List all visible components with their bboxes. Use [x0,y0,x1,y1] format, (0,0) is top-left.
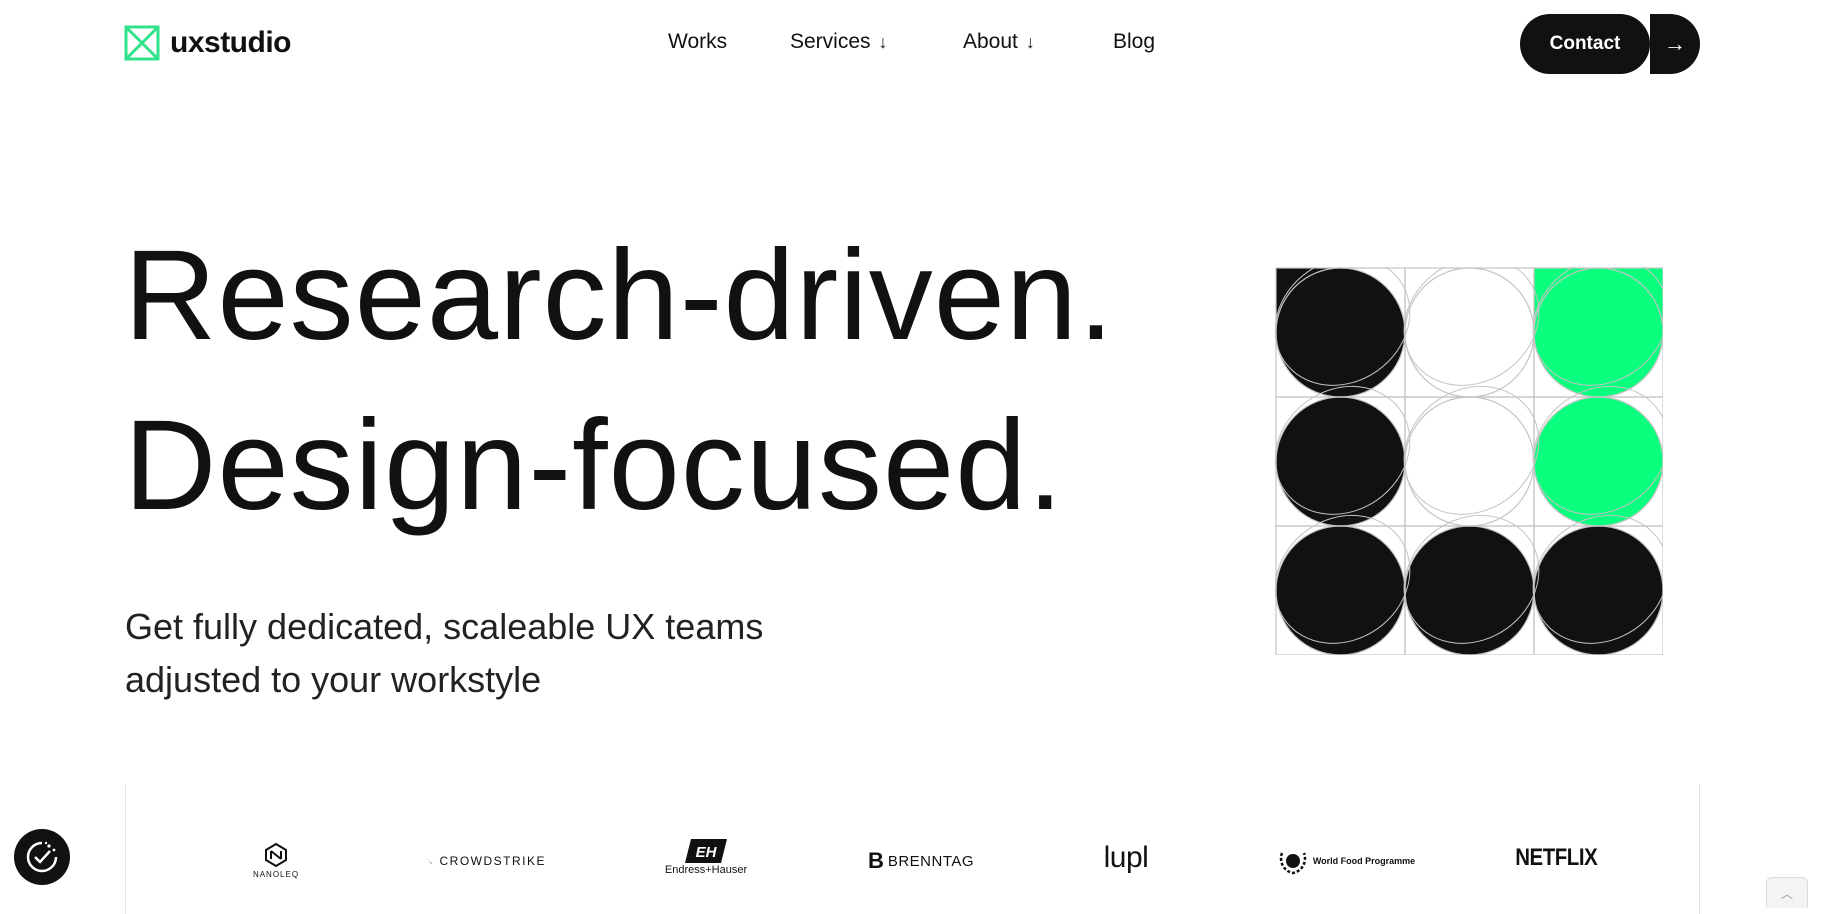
contact-button[interactable]: Contact [1520,14,1650,74]
nav-services[interactable]: Services ↓ [790,30,888,54]
cookie-check-icon [26,841,58,873]
nav-services-label: Services [790,30,871,53]
contact-label: Contact [1549,33,1621,54]
hero-circle-grid-graphic [1275,267,1663,655]
uxstudio-logo-icon [124,25,160,61]
nanoleq-logo-icon [265,842,287,867]
nav-blog-label: Blog [1113,30,1156,53]
nav-works-label: Works [668,30,728,53]
svg-text:EH: EH [696,844,718,861]
client-logo-netflix: NETFLIX [1506,840,1606,876]
contact-arrow-button[interactable]: → [1650,14,1700,74]
hero-subtitle-line-1: Get fully dedicated, scaleable UX teams [125,606,764,647]
grid-circle-green [1534,268,1663,397]
client-logo-crowdstrike: CROWDSTRIKE [426,846,546,876]
grid-circle-black [1276,268,1405,397]
site-logo[interactable]: uxstudio [124,25,292,61]
grid-circle-white [1405,397,1534,526]
hero-subtitle: Get fully dedicated, scaleable UX teams … [125,600,845,706]
crowdstrike-label: CROWDSTRIKE [439,854,546,868]
client-logo-brenntag: B BRENNTAG [861,846,981,876]
endress-hauser-logo-icon: EH [685,838,727,863]
nav-about[interactable]: About ↓ [963,30,1035,54]
grid-circle-black [1405,526,1534,655]
nav-works[interactable]: Works [668,30,727,54]
nav-blog[interactable]: Blog [1113,30,1155,54]
chevron-up-icon: ︿ [1780,886,1793,901]
endress-hauser-label: Endress+Hauser [664,863,748,876]
cookie-consent-button[interactable] [14,829,70,885]
wfp-label: World Food Programme [1312,856,1416,866]
grid-circle-white [1405,268,1534,397]
nanoleq-label: NANOLEQ [252,869,300,879]
brenntag-label: BRENNTAG [887,852,975,870]
client-logo-wfp: World Food Programme [1276,844,1416,878]
client-logo-lupl: lupl [1086,840,1166,876]
brenntag-logo-icon: B [867,848,884,873]
arrow-down-icon: ↓ [878,31,888,52]
grid-circle-black [1276,397,1405,526]
crowdstrike-falcon-icon [426,858,433,865]
lupl-label: lupl [1103,841,1149,874]
grid-circle-black [1534,526,1663,655]
client-logo-nanoleq: NANOLEQ [246,836,306,884]
wfp-wreath-icon [1279,852,1307,875]
scroll-to-top-button[interactable]: ︿ [1766,877,1808,908]
client-logo-endress-hauser: EH Endress+Hauser [661,836,751,878]
logo-wordmark: uxstudio [170,26,292,59]
grid-circle-black [1276,526,1405,655]
arrow-down-icon: ↓ [1025,31,1035,52]
arrow-right-icon: → [1664,31,1686,56]
hero-subtitle-line-2: adjusted to your workstyle [125,659,542,700]
netflix-label: NETFLIX [1514,844,1598,871]
client-logos-strip: NANOLEQ CROWDSTRIKE EH Endress+Hauser B … [125,784,1700,914]
grid-circle-green [1534,397,1663,526]
hero-headline-line-1: Research-driven. [124,224,1115,367]
hero-headline-line-2: Design-focused. [124,394,1064,537]
nav-about-label: About [963,30,1018,53]
